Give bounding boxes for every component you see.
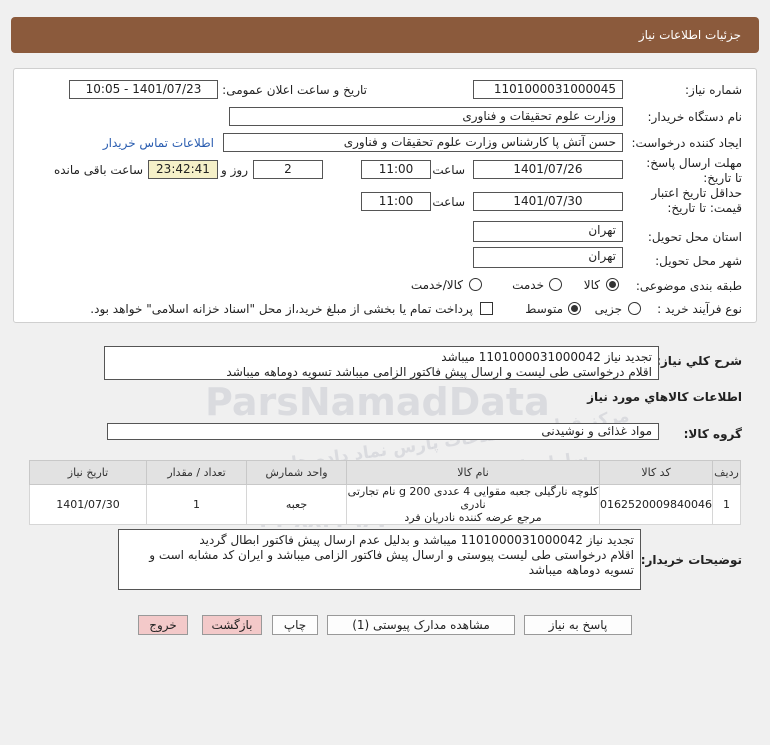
category-radio-goods[interactable] (606, 278, 619, 291)
province-field: تهران (473, 221, 623, 242)
purchase-radio-medium[interactable] (568, 302, 581, 315)
purchase-type-label: نوع فرآیند خرید : (657, 302, 742, 316)
col-index: ردیف (712, 460, 741, 485)
cell-qty: 1 (146, 484, 248, 525)
description-line-2: اقلام درخواستی طی لیست و ارسال پیش فاکتو… (226, 365, 652, 379)
validity-time-field: 11:00 (361, 192, 431, 211)
title-bar: جزئیات اطلاعات نیاز (11, 17, 759, 53)
goods-group-field: مواد غذائی و نوشیدنی (107, 423, 659, 440)
cell-unit: جعبه (246, 484, 348, 525)
category-radio-service[interactable] (549, 278, 562, 291)
goods-group-label: گروه کالا: (683, 427, 742, 441)
exit-button[interactable]: خروج (138, 615, 188, 635)
need-number-field: 1101000031000045 (473, 80, 623, 99)
validity-date-field: 1401/07/30 (473, 192, 623, 211)
delivery-city-label: شهر محل تحویل: (655, 254, 742, 268)
reply-deadline-label: مهلت ارسال پاسخ: تا تاریخ: (646, 156, 742, 185)
remaining-label: ساعت باقی مانده (53, 163, 143, 177)
treasury-checkbox[interactable] (480, 302, 493, 315)
category-option-service: خدمت (512, 278, 544, 292)
requester-label: ایجاد کننده درخواست: (631, 136, 742, 150)
purchase-option-medium: متوسط (525, 302, 563, 316)
buyer-org-field: وزارت علوم تحقیقات و فناوری (229, 107, 623, 126)
requester-field: حسن آتش پا کارشناس وزارت علوم تحقیقات و … (223, 133, 623, 152)
col-qty: تعداد / مقدار (146, 460, 248, 485)
cell-name: کلوچه نارگیلی جعبه مقوایی 4 عددی 200 g ن… (346, 484, 601, 525)
reply-button[interactable]: پاسخ به نیاز (524, 615, 632, 635)
validity-time-label: ساعت (432, 195, 465, 209)
cell-code: 0162520009840046 (599, 484, 713, 525)
purchase-radio-minor[interactable] (628, 302, 641, 315)
price-validity-label: حداقل تاریخ اعتبار قیمت: تا تاریخ: (651, 186, 742, 215)
print-button[interactable]: چاپ (272, 615, 318, 635)
remaining-time-field: 23:42:41 (148, 160, 218, 179)
category-label: طبقه بندی موضوعی: (635, 279, 742, 293)
col-code: کد کالا (599, 460, 713, 485)
col-date: تاریخ نیاز (28, 460, 148, 485)
day-and-label: روز و (221, 163, 248, 177)
city-field: تهران (473, 247, 623, 268)
table-row: 1 0162520009840046 کلوچه نارگیلی جعبه مق… (28, 484, 741, 525)
notes-line-2: اقلام درخواستی طی لیست پیوستی و ارسال پی… (149, 548, 634, 562)
watermark-brand: ParsNamadData (205, 380, 550, 424)
cell-name-line-2: مرجع عرضه کننده نادریان فرد (404, 511, 542, 524)
back-button[interactable]: بازگشت (202, 615, 262, 635)
goods-table: ردیف کد کالا نام کالا واحد شمارش تعداد /… (28, 460, 741, 525)
notes-line-1: تجدید نیاز 1101000031000042 میباشد و بدل… (199, 533, 634, 547)
need-number-label: شماره نیاز: (685, 83, 742, 97)
reply-time-field: 11:00 (361, 160, 431, 179)
reply-date-field: 1401/07/26 (473, 160, 623, 179)
attachments-button[interactable]: مشاهده مدارک پیوستی (1) (327, 615, 515, 635)
delivery-province-label: استان محل تحویل: (647, 230, 742, 244)
buyer-notes-box: تجدید نیاز 1101000031000042 میباشد و بدل… (118, 529, 641, 590)
category-radio-goods-service[interactable] (469, 278, 482, 291)
category-option-goods: کالا (583, 278, 600, 292)
page-title: جزئیات اطلاعات نیاز (638, 28, 741, 42)
cell-date: 1401/07/30 (28, 484, 148, 525)
col-name: نام کالا (346, 460, 601, 485)
days-field: 2 (253, 160, 323, 179)
notes-line-3: تسویه دوماهه میباشد (528, 563, 634, 577)
category-option-goods-service: کالا/خدمت (410, 278, 463, 292)
buyer-contact-link[interactable]: اطلاعات تماس خریدار (103, 136, 214, 150)
announce-datetime-field: 1401/07/23 - 10:05 (69, 80, 218, 99)
purchase-option-minor: جزیی (594, 302, 622, 316)
buyer-notes-label: توضیحات خریدار: (640, 553, 742, 567)
description-label: شرح کلي نياز: (656, 354, 742, 368)
goods-info-heading: اطلاعات کالاهاي مورد نياز (587, 390, 742, 404)
table-header-row: ردیف کد کالا نام کالا واحد شمارش تعداد /… (28, 460, 741, 485)
buyer-org-label: نام دستگاه خریدار: (647, 110, 743, 124)
col-unit: واحد شمارش (246, 460, 348, 485)
announce-datetime-label: تاریخ و ساعت اعلان عمومی: (222, 83, 367, 97)
cell-name-line-1: کلوچه نارگیلی جعبه مقوایی 4 عددی 200 g ن… (347, 485, 599, 511)
cell-index: 1 (712, 484, 741, 525)
treasury-note: پرداخت تمام یا بخشی از مبلغ خرید،از محل … (90, 302, 473, 316)
reply-time-label: ساعت (432, 163, 465, 177)
description-line-1: تجدید نیاز 1101000031000042 میباشد (441, 350, 652, 364)
description-box: تجدید نیاز 1101000031000042 میباشد اقلام… (104, 346, 659, 380)
